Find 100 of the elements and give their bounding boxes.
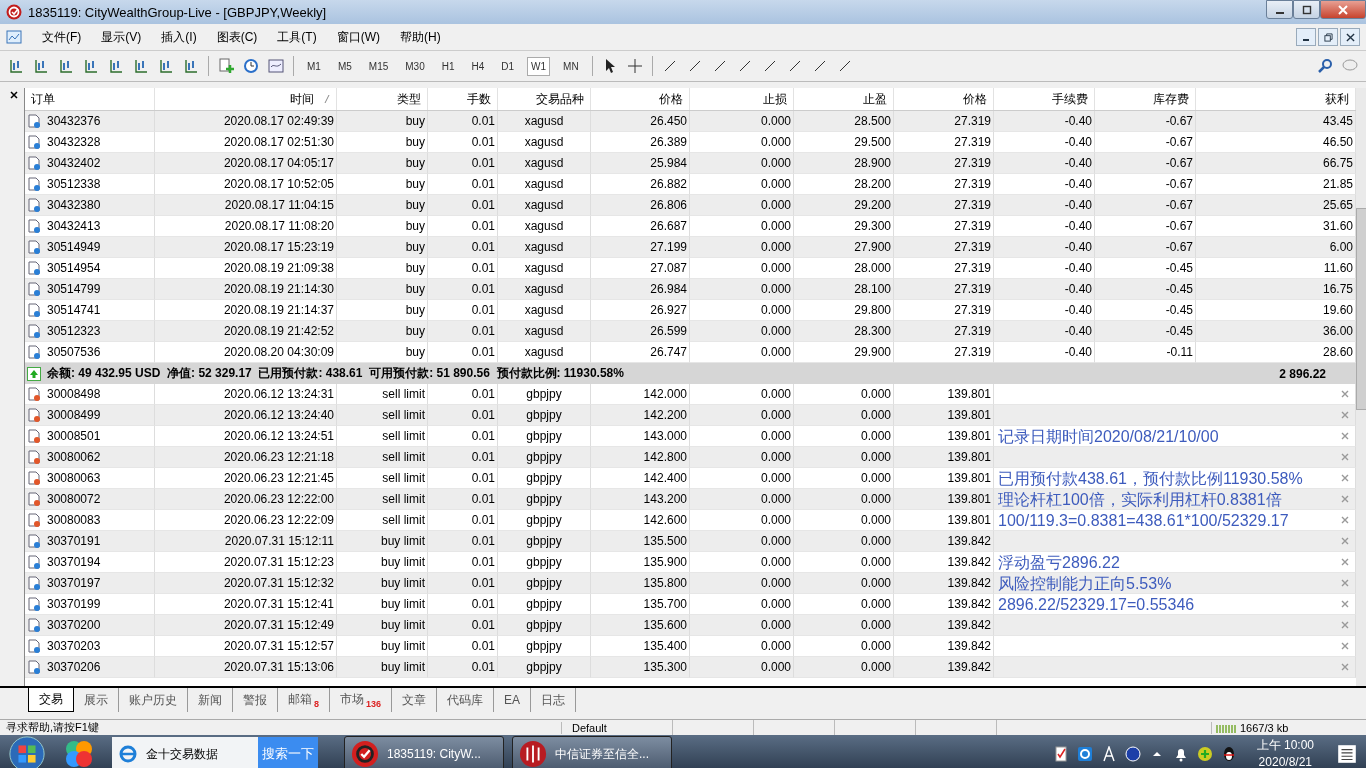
minimize-button[interactable] [1296, 28, 1316, 46]
menu-item[interactable]: 图表(C) [206, 28, 268, 46]
timeframe-button[interactable]: H1 [437, 56, 459, 76]
menu-item[interactable]: 文件(F) [32, 28, 92, 46]
timeframe-button[interactable]: M5 [333, 56, 356, 76]
table-cell: 139.842 [894, 573, 994, 594]
app-icon[interactable] [64, 739, 94, 768]
tab[interactable]: 账户历史 [119, 688, 188, 712]
notification-icon[interactable] [1336, 743, 1358, 765]
table-cell: 30370206 [47, 660, 101, 674]
timeframe-button[interactable]: H4 [467, 56, 489, 76]
column-header[interactable]: 订单 [25, 88, 155, 110]
tab[interactable]: EA [494, 688, 532, 712]
column-header[interactable]: 时间 [155, 88, 337, 110]
table-cell: 30080083 [47, 513, 101, 527]
table-cell: 142.800 [591, 447, 690, 468]
menu-item[interactable]: 插入(I) [151, 28, 207, 46]
taskbar-button[interactable]: 中信证券至信全... [512, 736, 672, 768]
close-icon[interactable] [10, 91, 18, 99]
table-cell: xagusd [498, 321, 591, 342]
table-cell: gbpjpy [498, 657, 591, 678]
crosshair-icon[interactable] [626, 58, 643, 74]
plus-icon[interactable] [1196, 746, 1213, 762]
start-button[interactable] [8, 735, 46, 768]
table-cell: 2020.07.31 15:13:06 [155, 657, 337, 678]
q-icon[interactable] [1076, 746, 1093, 762]
annotation-text: 风险控制能力正向5.53% [998, 573, 1172, 593]
timeframe-button[interactable]: D1 [497, 56, 519, 76]
sort-icon [324, 94, 330, 104]
table-cell: 0.000 [690, 447, 794, 468]
column-header[interactable]: 类型 [337, 88, 428, 110]
tab[interactable]: 新闻 [188, 688, 233, 712]
table-cell: 30080072 [47, 492, 101, 506]
clock-icon[interactable] [243, 58, 259, 74]
table-cell: 0.000 [690, 111, 794, 132]
tab[interactable]: 市场 $_{136}$ [330, 688, 393, 712]
timeframe-button[interactable]: M30 [401, 56, 429, 76]
column-header[interactable]: 手数 [428, 88, 498, 110]
input-method-icon[interactable] [1100, 746, 1117, 762]
tab[interactable]: 展示 [74, 688, 119, 712]
annotation-text: 浮动盈亏2896.22 [998, 552, 1120, 572]
table-cell: gbpjpy [498, 489, 591, 510]
menu-item[interactable]: 显示(V) [91, 28, 152, 46]
connection-bars-icon [1216, 722, 1236, 733]
tab[interactable]: 邮箱 $_{8}$ [278, 688, 330, 712]
chart-window-icon[interactable] [6, 29, 22, 45]
taskbar-button[interactable]: 1835119: CityW... [344, 736, 504, 768]
indicators-icon[interactable] [268, 58, 284, 74]
table-cell: buy limit [337, 573, 428, 594]
column-header[interactable]: 价格 [591, 88, 690, 110]
timeframe-button[interactable]: M1 [303, 56, 325, 76]
up-arrow-icon [27, 366, 41, 381]
table-cell: 2020.06.23 12:22:00 [155, 489, 337, 510]
table-cell: 0.000 [794, 405, 894, 426]
table-cell: 30514799 [47, 282, 101, 296]
tab[interactable]: 日志 [531, 688, 577, 712]
table-cell: 25.984 [591, 153, 690, 174]
timeframe-button[interactable]: MN [559, 56, 583, 76]
table-cell: 28.900 [794, 153, 894, 174]
timeframe-button[interactable]: W1 [527, 56, 551, 76]
search-field[interactable]: 金十交易数据 [112, 737, 258, 768]
table-cell: 2020.07.31 15:12:32 [155, 573, 337, 594]
tab[interactable]: 交易 [28, 688, 74, 712]
tab[interactable]: 代码库 [437, 688, 495, 712]
timeframe-button[interactable]: M15 [364, 56, 393, 76]
table-cell: 0.01 [428, 657, 498, 678]
minimize-button[interactable] [1266, 0, 1293, 19]
restore-button[interactable] [1318, 28, 1338, 46]
tab[interactable]: 文章 [392, 688, 438, 712]
table-cell: sell limit [337, 489, 428, 510]
table-cell: 30008501 [47, 429, 101, 443]
menu-item[interactable]: 窗口(W) [326, 28, 390, 46]
table-cell: 0.01 [428, 279, 498, 300]
order-icon [27, 513, 41, 527]
maximize-button[interactable] [1293, 0, 1320, 19]
menu-item[interactable]: 工具(T) [267, 28, 327, 46]
column-header[interactable]: 止损 [690, 88, 794, 110]
bar-chart-icon[interactable] [8, 58, 24, 74]
column-header[interactable]: 手续费 [994, 88, 1095, 110]
document-icon[interactable] [1052, 746, 1069, 762]
menu-item[interactable]: 帮助(H) [390, 28, 451, 46]
tab[interactable]: 警报 [233, 688, 278, 712]
table-cell: 0.000 [794, 573, 894, 594]
column-header[interactable]: 止盈 [794, 88, 894, 110]
search-icon[interactable] [1317, 58, 1333, 74]
order-icon [27, 303, 41, 317]
column-header[interactable]: 交易品种 [498, 88, 591, 110]
new-order-icon[interactable] [218, 58, 234, 74]
scrollbar[interactable] [1356, 88, 1366, 686]
close-button[interactable] [1340, 28, 1360, 46]
table-cell: 2020.06.12 13:24:40 [155, 405, 337, 426]
table-cell: 0.000 [690, 279, 794, 300]
column-header[interactable]: 价格 [894, 88, 994, 110]
order-icon [27, 261, 41, 275]
clock[interactable]: 上午 10:00 2020/8/21 [1256, 737, 1314, 768]
table-cell: 0.01 [428, 237, 498, 258]
order-icon [27, 177, 41, 191]
column-header[interactable]: 库存费 [1095, 88, 1196, 110]
order-icon [27, 618, 41, 632]
table-cell: xagusd [498, 279, 591, 300]
